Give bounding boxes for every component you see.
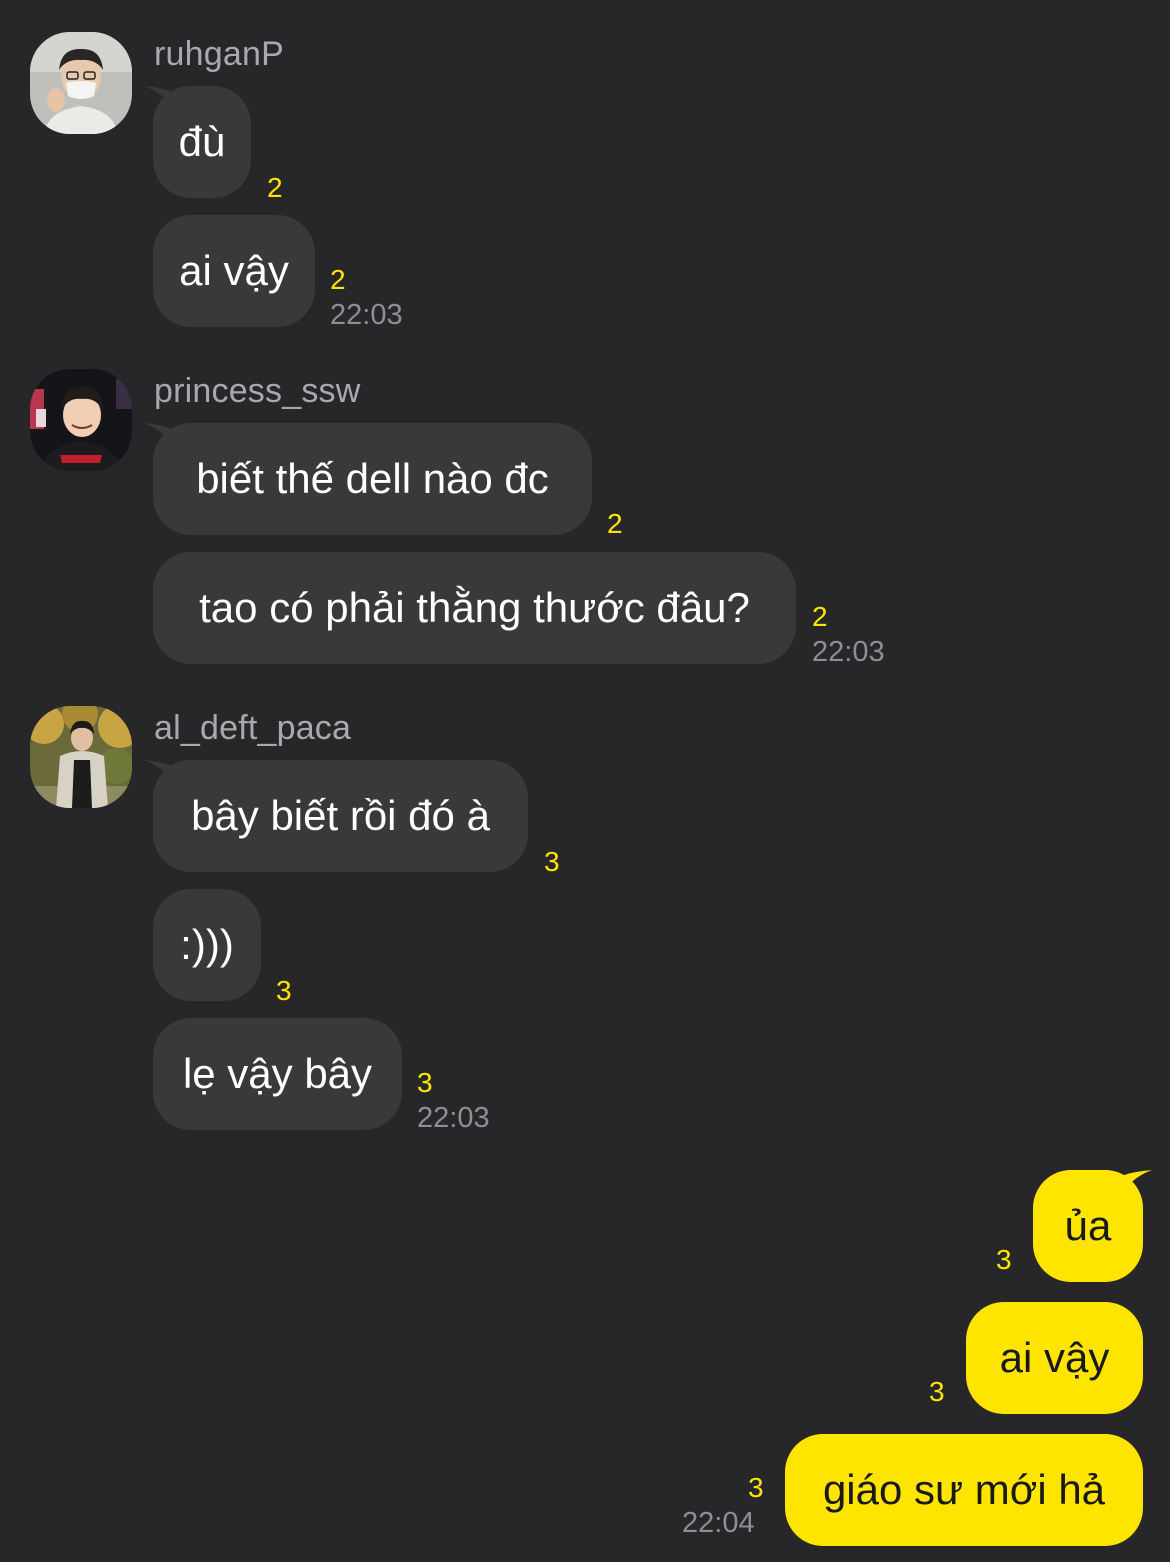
message-timestamp: 22:04	[682, 1507, 755, 1539]
message-bubble[interactable]: bây biết rồi đó à	[153, 760, 528, 872]
avatar-photo-icon	[30, 706, 132, 808]
unread-count: 2	[330, 264, 346, 295]
message-text: bây biết rồi đó à	[191, 792, 490, 839]
message-bubble[interactable]: ai vậy	[153, 215, 315, 327]
message-bubble[interactable]: tao có phải thằng thước đâu?	[153, 552, 796, 664]
message-bubble[interactable]: giáo sư mới hả	[785, 1434, 1143, 1546]
message-text: ủa	[1064, 1202, 1112, 1249]
message-text: đù	[178, 118, 226, 165]
message-text: ai vậy	[999, 1334, 1110, 1381]
message-text: ai vậy	[179, 247, 289, 294]
message-bubble[interactable]: ủa	[1033, 1170, 1143, 1282]
message-text: biết thế dell nào đc	[196, 455, 549, 502]
message-text: :)))	[180, 921, 234, 968]
message-timestamp: 22:03	[330, 299, 403, 331]
message-bubble[interactable]: biết thế dell nào đc	[153, 423, 592, 535]
message-bubble[interactable]: đù	[153, 86, 251, 198]
unread-count: 2	[812, 601, 828, 632]
avatar[interactable]	[30, 369, 132, 471]
message-text: giáo sư mới hả	[822, 1466, 1106, 1513]
avatar[interactable]	[30, 706, 132, 808]
message-timestamp: 22:03	[417, 1102, 490, 1134]
unread-count: 3	[929, 1376, 945, 1407]
sender-name: ruhganP	[154, 35, 284, 73]
unread-count: 3	[996, 1244, 1012, 1275]
message-text: tao có phải thằng thước đâu?	[199, 584, 750, 631]
message-bubble[interactable]: :)))	[153, 889, 261, 1001]
sender-name: princess_ssw	[154, 372, 361, 410]
avatar[interactable]	[30, 32, 132, 134]
unread-count: 3	[417, 1067, 433, 1098]
sender-name: al_deft_paca	[154, 709, 352, 747]
unread-count: 3	[748, 1472, 764, 1503]
unread-count: 2	[267, 172, 283, 203]
message-text: lẹ vậy bây	[182, 1050, 373, 1097]
avatar-photo-icon	[30, 32, 132, 134]
message-timestamp: 22:03	[812, 636, 885, 668]
avatar-photo-icon	[30, 369, 132, 471]
message-bubble[interactable]: ai vậy	[966, 1302, 1143, 1414]
unread-count: 3	[544, 846, 560, 877]
unread-count: 2	[607, 508, 623, 539]
message-bubble[interactable]: lẹ vậy bây	[153, 1018, 402, 1130]
unread-count: 3	[276, 975, 292, 1006]
